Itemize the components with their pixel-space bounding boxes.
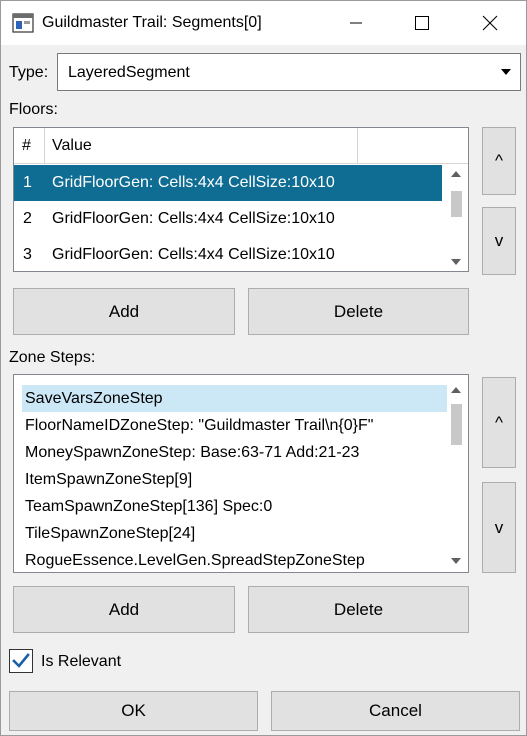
minimize-button[interactable] [322, 1, 390, 45]
is-relevant-label[interactable]: Is Relevant [41, 652, 121, 672]
type-label: Type: [9, 64, 49, 81]
checkmark-icon [12, 653, 30, 668]
zone-step-item[interactable]: ItemSpawnZoneStep[9] [22, 466, 450, 493]
floor-row-value: GridFloorGen: Cells:4x4 CellSize:10x10 [52, 174, 335, 191]
type-dropdown[interactable]: LayeredSegment [57, 53, 521, 91]
dropdown-arrow-icon [501, 69, 511, 75]
floor-move-down-button[interactable]: v [482, 207, 516, 275]
floor-row-value: GridFloorGen: Cells:4x4 CellSize:10x10 [52, 246, 335, 263]
scroll-thumb[interactable] [451, 191, 462, 217]
zone-step-item[interactable]: TeamSpawnZoneStep[136] Spec:0 [22, 493, 450, 520]
close-button[interactable] [456, 1, 524, 45]
close-icon [482, 15, 498, 31]
floor-move-up-button[interactable]: ^ [482, 127, 516, 195]
floors-delete-button[interactable]: Delete [248, 288, 469, 335]
cancel-button[interactable]: Cancel [271, 691, 520, 731]
column-header-extra[interactable] [358, 128, 468, 164]
zone-step-move-down-button[interactable]: v [482, 482, 516, 573]
dialog-window: Guildmaster Trail: Segments[0] Type: Lay… [0, 0, 527, 736]
zone-steps-delete-button[interactable]: Delete [248, 586, 469, 633]
floor-row-number: 3 [23, 246, 32, 263]
title-bar[interactable]: Guildmaster Trail: Segments[0] [1, 1, 526, 45]
zone-step-item[interactable]: RogueEssence.LevelGen.SpreadStepZoneStep [22, 547, 450, 572]
floors-column-header: # Value [14, 128, 468, 164]
floor-row-number: 1 [23, 174, 32, 191]
zone-steps-scrollbar[interactable] [447, 381, 465, 572]
floor-row-3[interactable]: 3 GridFloorGen: Cells:4x4 CellSize:10x10 [14, 237, 442, 271]
scroll-thumb[interactable] [451, 404, 462, 445]
is-relevant-checkbox[interactable] [9, 649, 33, 673]
column-header-value[interactable]: Value [45, 128, 358, 164]
window-title: Guildmaster Trail: Segments[0] [42, 14, 262, 31]
floor-row-2[interactable]: 2 GridFloorGen: Cells:4x4 CellSize:10x10 [14, 201, 442, 237]
scroll-up-arrow-icon[interactable] [447, 381, 465, 399]
zone-step-item[interactable]: FloorNameIDZoneStep: "Guildmaster Trail\… [22, 412, 450, 439]
floor-row-1[interactable]: 1 GridFloorGen: Cells:4x4 CellSize:10x10 [14, 165, 442, 201]
floors-add-button[interactable]: Add [13, 288, 235, 335]
type-dropdown-value: LayeredSegment [68, 64, 190, 81]
zone-step-item[interactable]: SaveVarsZoneStep [22, 385, 450, 412]
zone-steps-add-button[interactable]: Add [13, 586, 235, 633]
minimize-icon [350, 22, 362, 24]
floor-row-number: 2 [23, 210, 32, 227]
floors-scrollbar[interactable] [447, 165, 465, 271]
ok-button[interactable]: OK [9, 691, 258, 731]
floor-row-value: GridFloorGen: Cells:4x4 CellSize:10x10 [52, 210, 335, 227]
app-window-icon [12, 13, 34, 33]
scroll-down-arrow-icon[interactable] [447, 253, 465, 271]
floors-label: Floors: [9, 101, 58, 118]
scroll-up-arrow-icon[interactable] [447, 165, 465, 183]
scroll-down-arrow-icon[interactable] [447, 552, 465, 570]
zone-step-item[interactable]: MoneySpawnZoneStep: Base:63-71 Add:21-23 [22, 439, 450, 466]
floors-list[interactable]: # Value 1 GridFloorGen: Cells:4x4 CellSi… [13, 127, 469, 272]
zone-steps-list[interactable]: SaveVarsZoneStep FloorNameIDZoneStep: "G… [13, 374, 469, 573]
zone-step-item[interactable]: TileSpawnZoneStep[24] [22, 520, 450, 547]
zone-steps-label: Zone Steps: [9, 349, 96, 366]
maximize-icon [415, 16, 429, 30]
column-header-number[interactable]: # [14, 128, 45, 164]
maximize-button[interactable] [388, 1, 456, 45]
zone-step-move-up-button[interactable]: ^ [482, 377, 516, 468]
